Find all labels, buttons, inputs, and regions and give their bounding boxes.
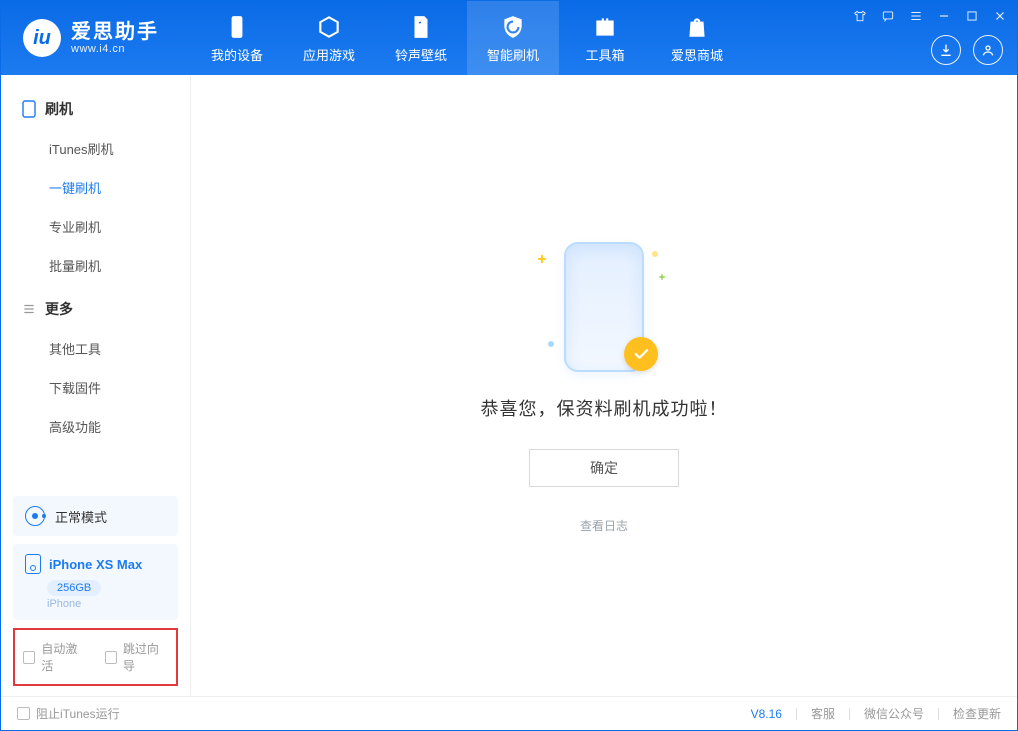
main-tabs: 我的设备 应用游戏 铃声壁纸 智能刷机 工具箱 爱思商城 xyxy=(191,1,743,75)
device-type: iPhone xyxy=(47,598,166,610)
ok-button[interactable]: 确定 xyxy=(529,449,679,487)
nav-item-pro-flash[interactable]: 专业刷机 xyxy=(1,207,190,246)
titlebar: iu 爱思助手 www.i4.cn 我的设备 应用游戏 铃声壁纸 智能刷机 xyxy=(1,1,1017,75)
sparkle-icon xyxy=(538,255,546,263)
checkbox-skip-guide[interactable]: 跳过向导 xyxy=(105,640,169,674)
logo-text: 爱思助手 www.i4.cn xyxy=(71,21,159,55)
shirt-icon[interactable] xyxy=(851,7,869,25)
download-button[interactable] xyxy=(931,35,961,65)
logo-block: iu 爱思助手 www.i4.cn xyxy=(1,19,191,57)
nav-header-flash: 刷机 xyxy=(1,89,190,129)
nav-item-itunes-flash[interactable]: iTunes刷机 xyxy=(1,129,190,168)
footer-link-wechat[interactable]: 微信公众号 xyxy=(864,705,924,722)
tab-label: 我的设备 xyxy=(211,45,263,64)
nav-item-download-firmware[interactable]: 下载固件 xyxy=(1,368,190,407)
checkbox-box-icon xyxy=(17,707,30,720)
nav-item-other-tools[interactable]: 其他工具 xyxy=(1,329,190,368)
minimize-icon[interactable] xyxy=(935,7,953,25)
checkbox-block-itunes[interactable]: 阻止iTunes运行 xyxy=(17,705,120,722)
nav-section-more: 更多 其他工具 下载固件 高级功能 xyxy=(1,289,190,450)
music-file-icon xyxy=(407,13,435,41)
device-capacity-badge: 256GB xyxy=(47,580,101,596)
main-content: 恭喜您，保资料刷机成功啦！ 确定 查看日志 xyxy=(191,75,1017,696)
device-head: iPhone XS Max xyxy=(25,554,166,574)
status-dot-icon xyxy=(25,506,45,526)
tab-apps-games[interactable]: 应用游戏 xyxy=(283,1,375,75)
shield-sync-icon xyxy=(499,13,527,41)
separator xyxy=(938,708,939,720)
sidebar-bottom: 正常模式 iPhone XS Max 256GB iPhone 自动激活 xyxy=(1,488,190,696)
dot-icon xyxy=(652,251,658,257)
tab-label: 应用游戏 xyxy=(303,45,355,64)
separator xyxy=(849,708,850,720)
account-button[interactable] xyxy=(973,35,1003,65)
tab-label: 爱思商城 xyxy=(671,45,723,64)
nav-header-label: 更多 xyxy=(45,299,73,319)
footer-right: V8.16 客服 微信公众号 检查更新 xyxy=(751,705,1001,722)
checkbox-box-icon xyxy=(23,651,35,664)
briefcase-icon xyxy=(591,13,619,41)
highlighted-checkbox-row: 自动激活 跳过向导 xyxy=(13,628,178,686)
separator xyxy=(796,708,797,720)
app-title: 爱思助手 xyxy=(71,21,159,43)
tab-smart-flash[interactable]: 智能刷机 xyxy=(467,1,559,75)
nav-header-more: 更多 xyxy=(1,289,190,329)
nav-item-batch-flash[interactable]: 批量刷机 xyxy=(1,246,190,285)
maximize-icon[interactable] xyxy=(963,7,981,25)
success-illustration xyxy=(544,237,664,377)
window-controls-row xyxy=(851,7,1009,25)
success-check-icon xyxy=(624,337,658,371)
device-name: iPhone XS Max xyxy=(49,557,142,572)
tab-label: 工具箱 xyxy=(585,45,624,64)
bag-icon xyxy=(683,13,711,41)
nav-section-flash: 刷机 iTunes刷机 一键刷机 专业刷机 批量刷机 xyxy=(1,89,190,289)
footer-link-update[interactable]: 检查更新 xyxy=(953,705,1001,722)
checkbox-auto-activate[interactable]: 自动激活 xyxy=(23,640,87,674)
sparkle-icon xyxy=(659,274,665,280)
status-mode-label: 正常模式 xyxy=(55,507,107,526)
body: 刷机 iTunes刷机 一键刷机 专业刷机 批量刷机 更多 其他工具 下载固件 … xyxy=(1,75,1017,696)
sidebar: 刷机 iTunes刷机 一键刷机 专业刷机 批量刷机 更多 其他工具 下载固件 … xyxy=(1,75,191,696)
nav-item-oneclick-flash[interactable]: 一键刷机 xyxy=(1,168,190,207)
tab-toolbox[interactable]: 工具箱 xyxy=(559,1,651,75)
nav-item-advanced[interactable]: 高级功能 xyxy=(1,407,190,446)
feedback-icon[interactable] xyxy=(879,7,897,25)
checkbox-label: 自动激活 xyxy=(41,640,86,674)
checkbox-label: 阻止iTunes运行 xyxy=(36,705,120,722)
tab-store[interactable]: 爱思商城 xyxy=(651,1,743,75)
phone-outline-icon xyxy=(21,101,37,117)
success-message: 恭喜您，保资料刷机成功啦！ xyxy=(481,395,728,421)
logo-icon: iu xyxy=(23,19,61,57)
tab-label: 铃声壁纸 xyxy=(395,45,447,64)
app-window: iu 爱思助手 www.i4.cn 我的设备 应用游戏 铃声壁纸 智能刷机 xyxy=(0,0,1018,731)
app-subtitle: www.i4.cn xyxy=(71,43,159,55)
footer: 阻止iTunes运行 V8.16 客服 微信公众号 检查更新 xyxy=(1,696,1017,730)
nav-header-label: 刷机 xyxy=(45,99,73,119)
footer-link-support[interactable]: 客服 xyxy=(811,705,835,722)
tab-label: 智能刷机 xyxy=(487,45,539,64)
phone-icon xyxy=(223,13,251,41)
status-card[interactable]: 正常模式 xyxy=(13,496,178,536)
tab-ringtone-wallpaper[interactable]: 铃声壁纸 xyxy=(375,1,467,75)
checkbox-label: 跳过向导 xyxy=(123,640,168,674)
view-log-link[interactable]: 查看日志 xyxy=(580,517,628,534)
list-icon xyxy=(21,301,37,317)
cube-icon xyxy=(315,13,343,41)
version-label: V8.16 xyxy=(751,707,782,721)
tab-my-device[interactable]: 我的设备 xyxy=(191,1,283,75)
menu-icon[interactable] xyxy=(907,7,925,25)
dot-icon xyxy=(548,341,554,347)
device-card[interactable]: iPhone XS Max 256GB iPhone xyxy=(13,544,178,620)
device-icon xyxy=(25,554,41,574)
close-icon[interactable] xyxy=(991,7,1009,25)
checkbox-box-icon xyxy=(105,651,117,664)
titlebar-circle-buttons xyxy=(931,35,1003,65)
